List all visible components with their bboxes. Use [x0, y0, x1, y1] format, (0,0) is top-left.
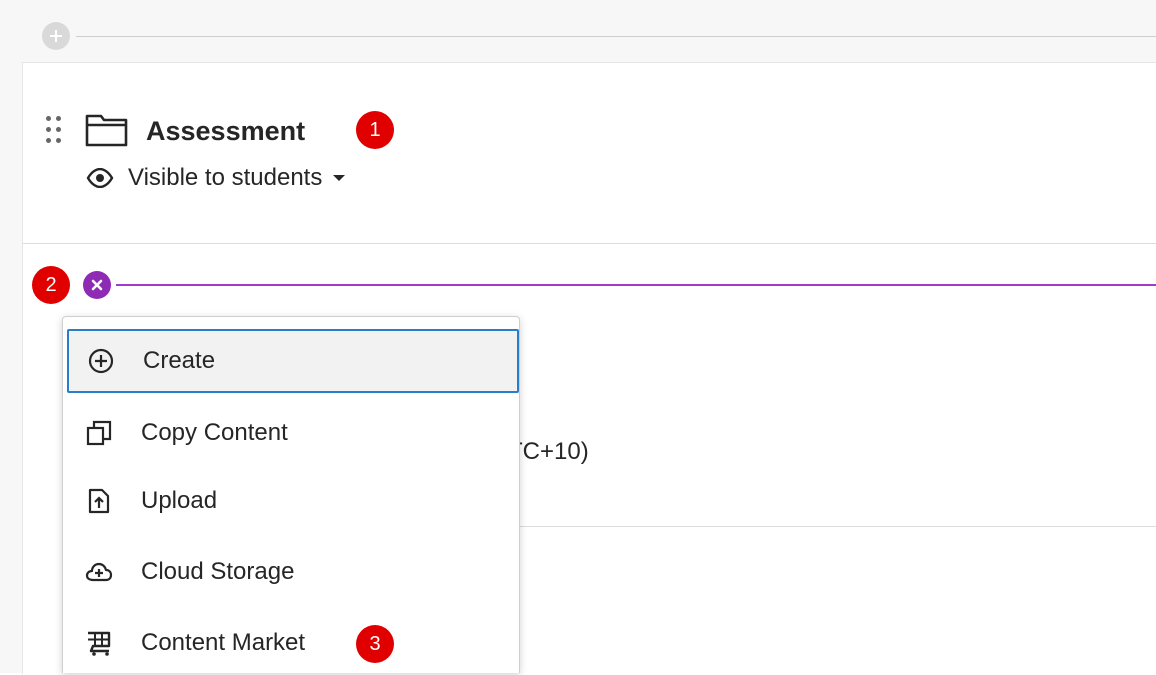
copy-icon [83, 417, 115, 449]
menu-item-cloud-storage[interactable]: Cloud Storage [67, 540, 519, 604]
add-content-divider [76, 36, 1156, 37]
menu-item-copy-content[interactable]: Copy Content [67, 401, 519, 465]
menu-item-label: Cloud Storage [141, 558, 295, 585]
add-content-button[interactable] [42, 22, 70, 50]
plus-circle-icon [85, 345, 117, 377]
background-item-text: TC+10) [508, 438, 589, 465]
menu-item-create[interactable]: Create [67, 329, 519, 393]
step-badge-3: 3 [356, 625, 394, 663]
menu-item-label: Create [143, 347, 216, 374]
folder-icon [84, 112, 130, 153]
visibility-label: Visible to students [128, 164, 323, 191]
background-divider [508, 526, 1156, 527]
drag-handle-icon[interactable] [46, 116, 62, 146]
cloud-storage-icon [83, 556, 115, 588]
menu-item-upload[interactable]: Upload [67, 469, 519, 533]
caret-down-icon [332, 174, 346, 182]
menu-item-label: Copy Content [141, 419, 288, 446]
plus-icon [50, 30, 62, 42]
upload-icon [83, 485, 115, 517]
step-badge-1: 1 [356, 111, 394, 149]
close-add-menu-button[interactable] [83, 271, 111, 299]
visibility-dropdown[interactable]: Visible to students [86, 164, 346, 192]
item-divider [23, 243, 1156, 244]
add-content-divider-active [116, 284, 1156, 286]
eye-icon [86, 168, 114, 188]
add-content-menu: Create Copy Content Upload Cloud Storage [62, 316, 520, 673]
menu-item-label: Upload [141, 487, 218, 514]
cart-icon [83, 627, 115, 659]
menu-item-content-market[interactable]: Content Market [67, 611, 519, 675]
menu-item-label: Content Market [141, 629, 306, 656]
item-title[interactable]: Assessment [146, 114, 305, 148]
step-badge-2: 2 [32, 266, 70, 304]
close-icon [91, 279, 103, 291]
